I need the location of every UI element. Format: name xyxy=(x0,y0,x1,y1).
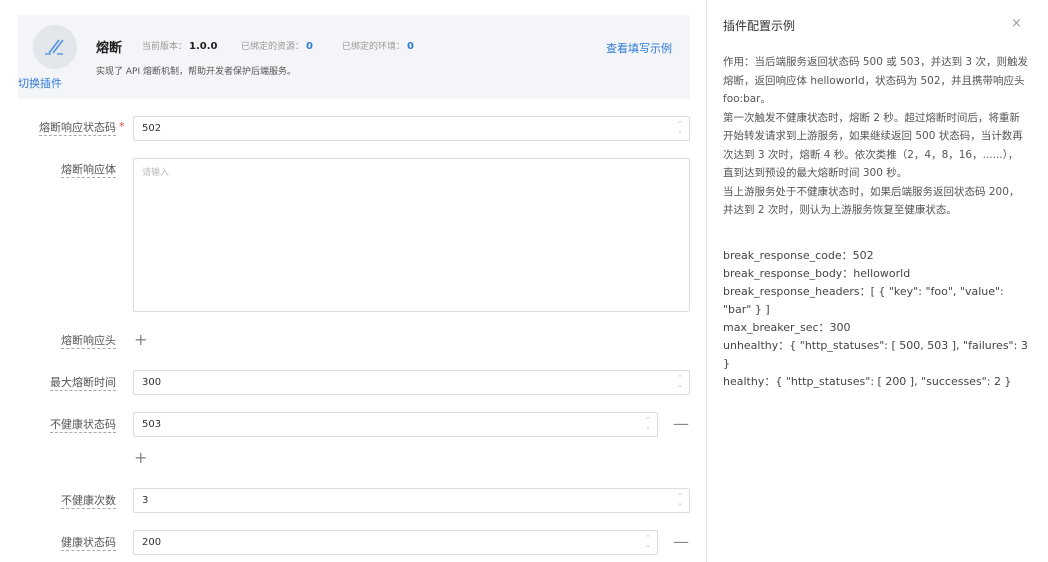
break-code-value: 502 xyxy=(142,123,162,134)
unhealthy-codes-label: 不健康状态码 xyxy=(50,418,116,433)
config-line: unhealthy：{ "http_statuses": [ 500, 503 … xyxy=(723,339,1028,370)
healthy-codes-label: 健康状态码 xyxy=(61,536,116,551)
description-paragraph: 当上游服务处于不健康状态时，如果后端服务返回状态码 200，并达到 2 次时，则… xyxy=(723,185,1020,217)
max-time-label: 最大熔断时间 xyxy=(50,376,116,391)
config-line: healthy：{ "http_statuses": [ 200 ], "suc… xyxy=(723,375,1012,388)
break-body-textarea[interactable]: 请输入 xyxy=(133,158,690,312)
healthy-code-input[interactable]: 200 ⌃ ⌄ xyxy=(133,530,658,555)
number-stepper[interactable]: ⌃ ⌄ xyxy=(677,375,683,389)
healthy-code-value: 200 xyxy=(142,537,162,548)
plugin-icon xyxy=(33,25,77,69)
config-line: max_breaker_sec：300 xyxy=(723,321,851,334)
break-headers-label: 熔断响应头 xyxy=(61,334,116,349)
panel-title: 插件配置示例 xyxy=(723,19,796,33)
switch-plugin-link[interactable]: 切换插件 xyxy=(18,75,62,91)
resources-info: 已绑定的资源： 0 xyxy=(241,39,313,52)
remove-unhealthy-code-button[interactable]: — xyxy=(673,414,689,433)
version-value: 1.0.0 xyxy=(189,41,218,52)
unhealthy-code-value: 503 xyxy=(142,419,162,430)
view-example-link[interactable]: 查看填写示例 xyxy=(606,40,672,56)
break-code-input[interactable]: 502 ⌃ ⌄ xyxy=(133,116,690,141)
config-line: break_response_headers：[ { "key": "foo",… xyxy=(723,285,1004,316)
break-code-label: 熔断响应状态码 xyxy=(39,121,116,136)
config-line: break_response_body：helloworld xyxy=(723,267,911,280)
config-line: break_response_code：502 xyxy=(723,249,874,262)
plugin-name: 熔断 xyxy=(96,41,123,56)
number-stepper[interactable]: ⌃ ⌄ xyxy=(645,417,651,431)
number-stepper[interactable]: ⌃ ⌄ xyxy=(645,535,651,549)
number-stepper[interactable]: ⌃ ⌄ xyxy=(677,121,683,135)
add-unhealthy-code-button[interactable]: + xyxy=(134,448,147,467)
example-panel: 插件配置示例 × 作用：当后端服务返回状态码 500 或 503，并达到 3 次… xyxy=(706,0,1048,562)
unhealthy-count-input[interactable]: 3 ⌃ ⌄ xyxy=(133,488,690,513)
break-body-label: 熔断响应体 xyxy=(61,163,116,178)
close-icon[interactable]: × xyxy=(1011,16,1022,31)
add-header-button[interactable]: + xyxy=(134,330,147,349)
max-time-input[interactable]: 300 ⌃ ⌄ xyxy=(133,370,690,395)
description-paragraph: 作用：当后端服务返回状态码 500 或 503，并达到 3 次，则触发熔断，返回… xyxy=(723,56,1028,105)
envs-label: 已绑定的环境： xyxy=(342,42,406,52)
version-info: 当前版本： 1.0.0 xyxy=(142,39,218,52)
envs-info: 已绑定的环境： 0 xyxy=(342,39,414,52)
envs-count: 0 xyxy=(407,41,414,52)
description-paragraph: 第一次触发不健康状态时，熔断 2 秒。超过熔断时间后，将重新开始转发请求到上游服… xyxy=(723,111,1023,180)
unhealthy-count-value: 3 xyxy=(142,495,149,506)
version-label: 当前版本： xyxy=(142,42,188,52)
panel-description: 作用：当后端服务返回状态码 500 或 503，并达到 3 次，则触发熔断，返回… xyxy=(723,53,1028,220)
unhealthy-code-input[interactable]: 503 ⌃ ⌄ xyxy=(133,412,658,437)
required-mark: * xyxy=(119,120,125,133)
plugin-header: 切换插件 熔断 当前版本： 1.0.0 已绑定的资源： 0 已绑定的环境： 0 实现了… xyxy=(18,15,690,99)
resources-label: 已绑定的资源： xyxy=(241,42,305,52)
unhealthy-count-label: 不健康次数 xyxy=(61,494,116,509)
number-stepper[interactable]: ⌃ ⌄ xyxy=(677,493,683,507)
break-body-placeholder: 请输入 xyxy=(142,168,170,178)
max-time-value: 300 xyxy=(142,377,162,388)
remove-healthy-code-button[interactable]: — xyxy=(673,532,689,551)
config-example: break_response_code：502 break_response_b… xyxy=(723,247,1028,391)
resources-count: 0 xyxy=(306,41,313,52)
plugin-description: 实现了 API 熔断机制，帮助开发者保护后端服务。 xyxy=(96,67,296,77)
